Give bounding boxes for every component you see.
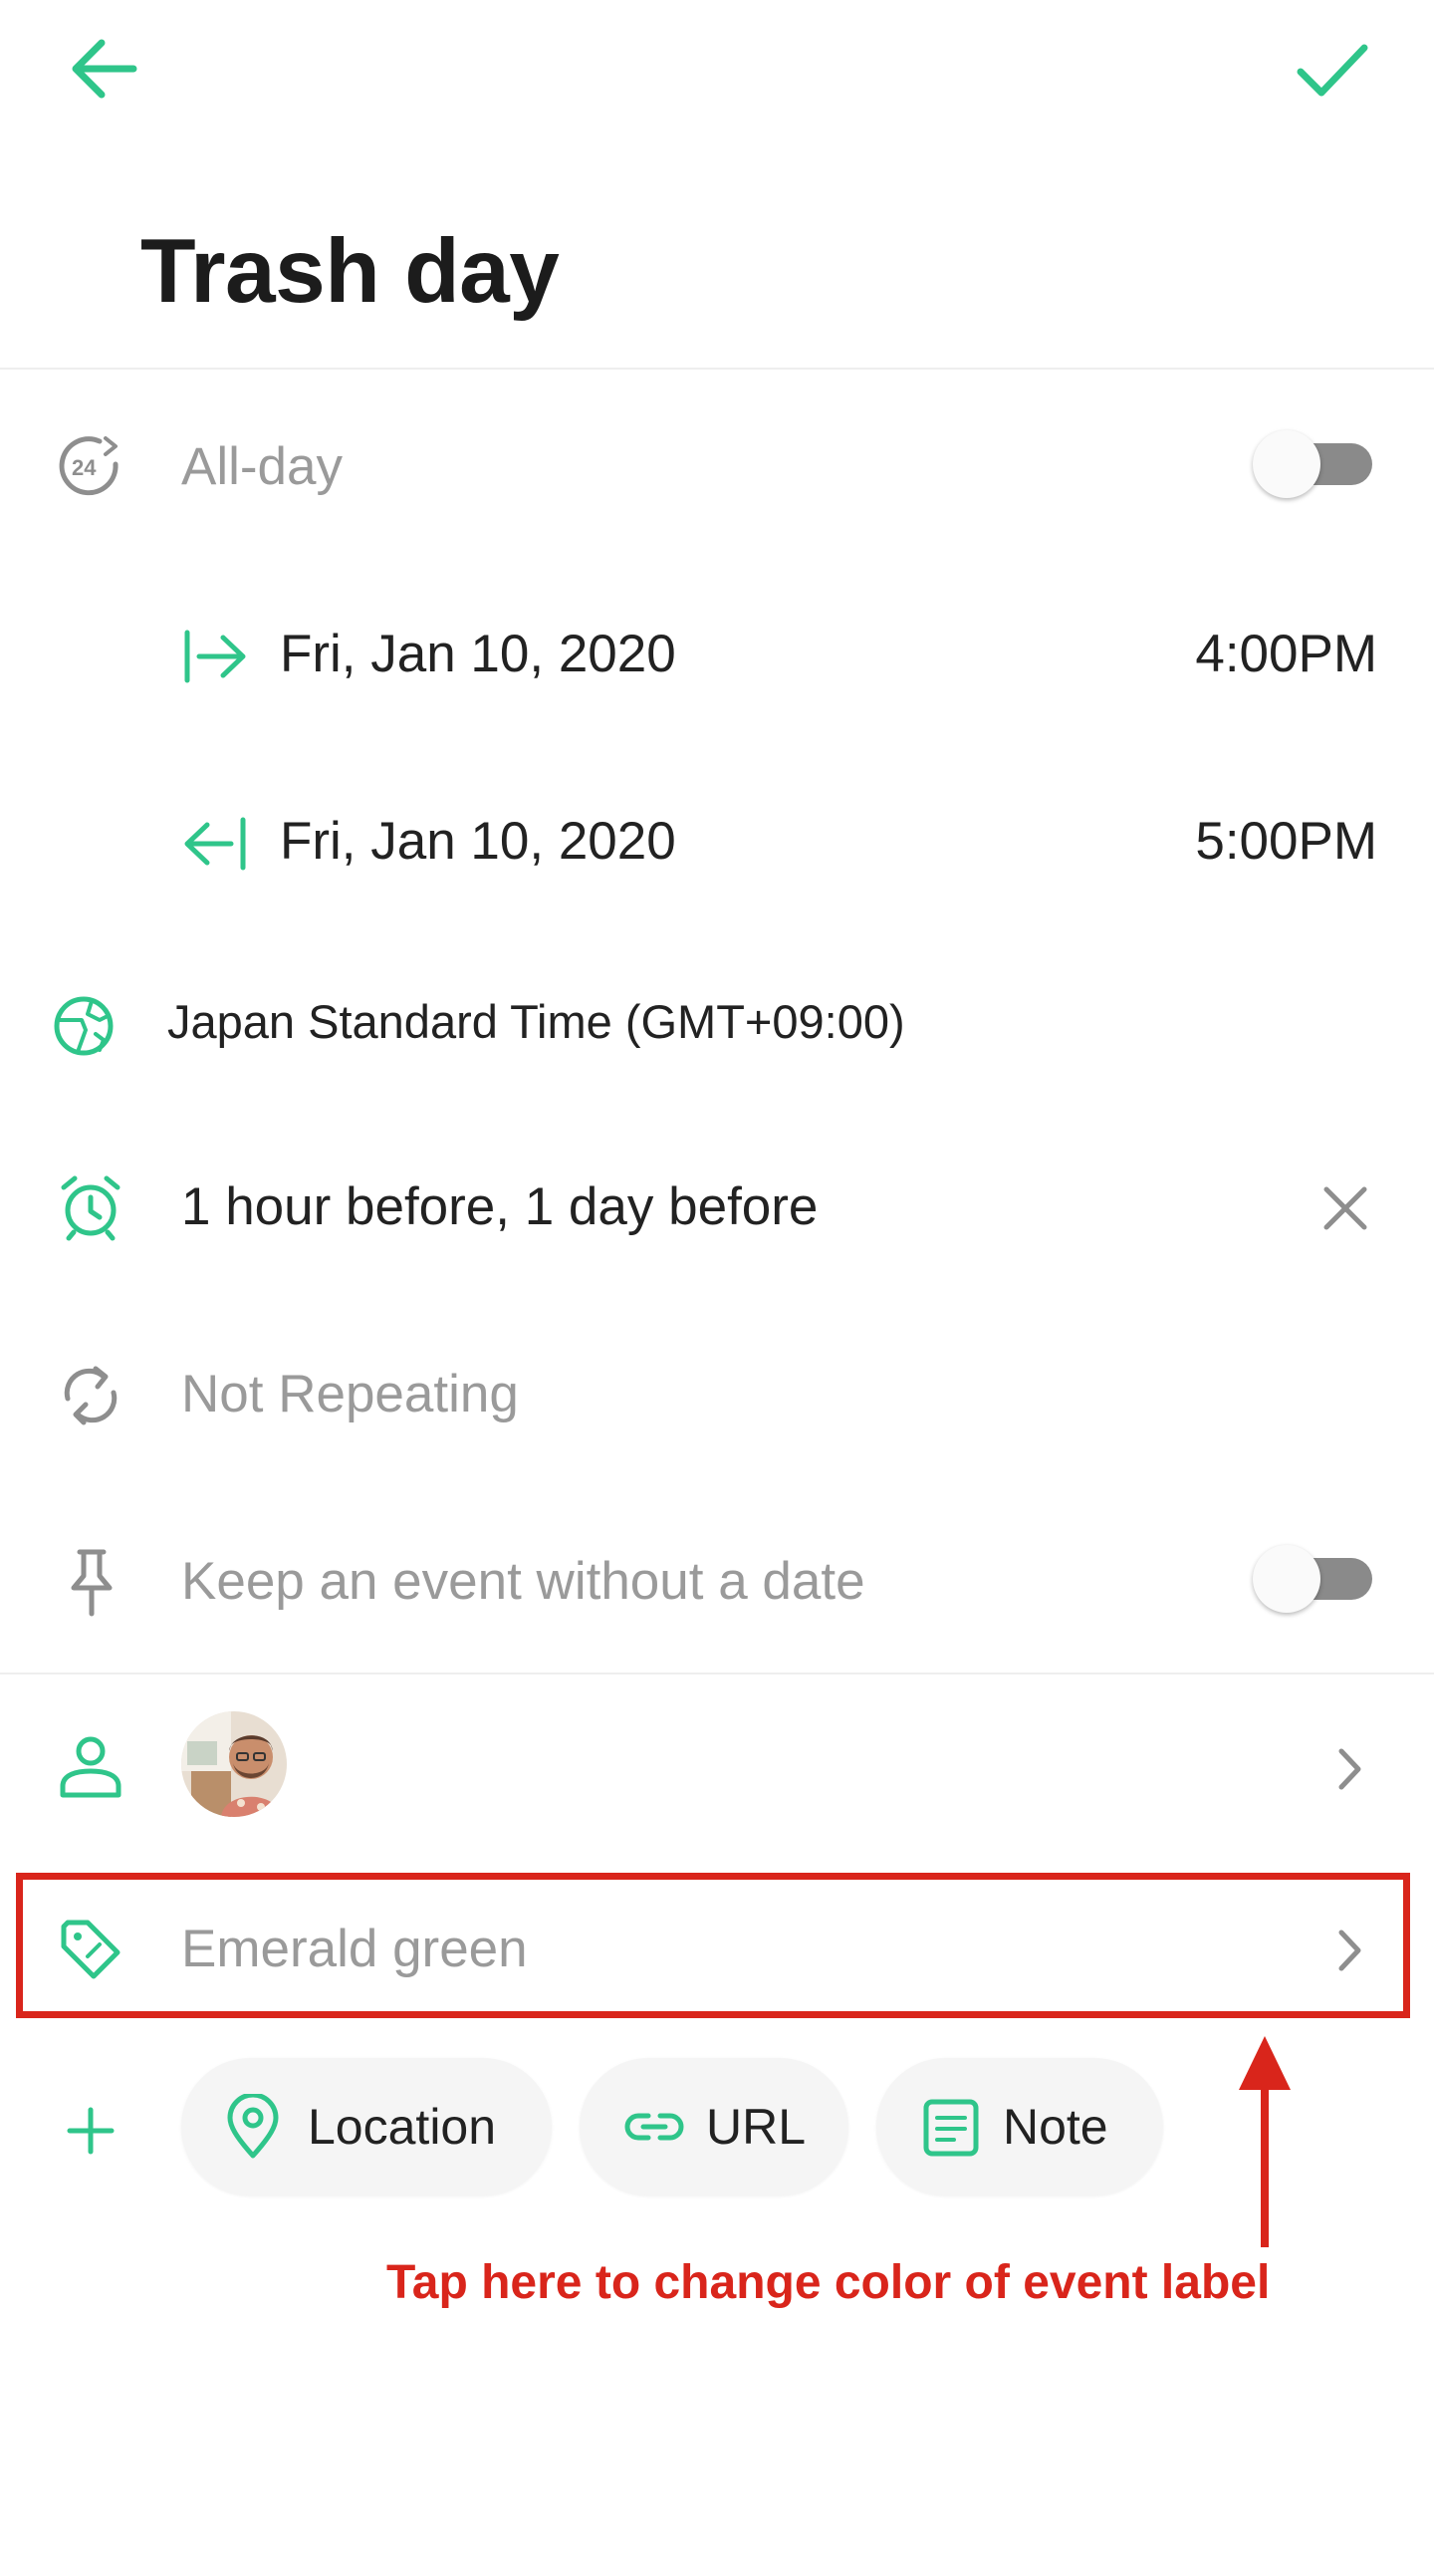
url-chip-label: URL — [706, 2099, 807, 2155]
annotation-arrow-icon — [1239, 2036, 1291, 2247]
chevron-right-icon[interactable] — [1336, 1747, 1364, 1791]
person-icon — [60, 1736, 121, 1798]
plus-icon[interactable] — [66, 2106, 116, 2156]
note-chip[interactable]: Note — [876, 2058, 1163, 2195]
timezone-label: Japan Standard Time (GMT+09:00) — [167, 995, 905, 1048]
event-title[interactable]: Trash day — [140, 217, 560, 327]
start-date[interactable]: Fri, Jan 10, 2020 — [280, 623, 676, 686]
globe-icon — [54, 996, 114, 1056]
end-arrow-icon — [184, 817, 246, 871]
repeat-label: Not Repeating — [181, 1365, 519, 1423]
24h-clock-icon: 24 — [59, 436, 119, 496]
reminder-label: 1 hour before, 1 day before — [181, 1177, 819, 1236]
url-chip[interactable]: URL — [580, 2058, 848, 2195]
back-arrow-icon[interactable] — [64, 36, 145, 102]
location-chip-label: Location — [308, 2099, 497, 2155]
note-chip-label: Note — [1003, 2099, 1108, 2155]
all-day-label: All-day — [181, 437, 344, 496]
keep-undated-toggle[interactable] — [1253, 1545, 1372, 1613]
toggle-knob — [1253, 1545, 1320, 1613]
toggle-knob — [1253, 430, 1320, 498]
end-time[interactable]: 5:00PM — [1195, 810, 1377, 874]
keep-undated-label: Keep an event without a date — [181, 1552, 865, 1611]
note-icon — [923, 2099, 979, 2157]
pin-icon — [71, 1549, 113, 1617]
divider — [0, 368, 1434, 370]
location-chip[interactable]: Location — [181, 2058, 552, 2195]
end-date[interactable]: Fri, Jan 10, 2020 — [280, 810, 676, 874]
alarm-clock-icon — [61, 1175, 120, 1241]
all-day-toggle[interactable] — [1253, 430, 1372, 498]
highlight-box — [16, 1873, 1410, 2018]
checkmark-icon[interactable] — [1295, 40, 1370, 100]
link-icon — [624, 2113, 684, 2141]
repeat-icon — [64, 1366, 118, 1425]
avatar-photo — [181, 1711, 287, 1817]
annotation-text: Tap here to change color of event label — [386, 2256, 1271, 2309]
divider — [0, 1673, 1434, 1674]
location-pin-icon — [227, 2094, 279, 2159]
user-avatar[interactable] — [181, 1711, 287, 1817]
start-time[interactable]: 4:00PM — [1195, 623, 1377, 686]
start-arrow-icon — [184, 630, 246, 683]
svg-text:24: 24 — [72, 455, 97, 480]
close-icon[interactable] — [1322, 1185, 1368, 1231]
